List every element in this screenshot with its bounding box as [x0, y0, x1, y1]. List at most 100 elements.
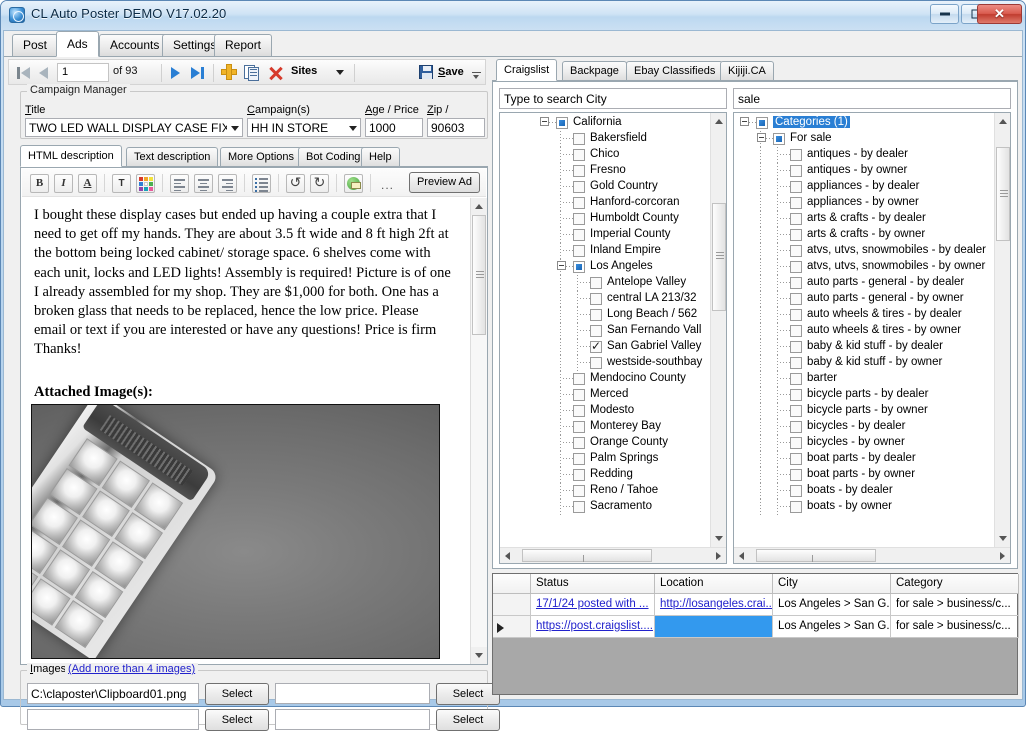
category-checkbox[interactable]	[790, 277, 802, 289]
category-checkbox[interactable]	[790, 149, 802, 161]
first-record-button[interactable]	[17, 64, 31, 82]
city-checkbox[interactable]	[573, 149, 585, 161]
category-checkbox[interactable]	[790, 373, 802, 385]
grid-header-location[interactable]: Location	[655, 574, 773, 594]
city-checkbox[interactable]	[573, 245, 585, 257]
tab-ads[interactable]: Ads	[56, 31, 99, 57]
row-category-cell[interactable]: for sale > business/c...	[891, 594, 1019, 616]
image-path-input-1[interactable]: C:\claposter\Clipboard01.png	[27, 683, 199, 704]
city-node[interactable]: Modesto	[500, 403, 710, 419]
city-checkbox[interactable]	[590, 357, 602, 369]
city-node[interactable]: California	[500, 115, 710, 131]
city-node[interactable]: Bakersfield	[500, 131, 710, 147]
align-center-icon[interactable]	[194, 174, 213, 193]
city-node[interactable]: Sacramento	[500, 499, 710, 515]
grid-header-city[interactable]: City	[773, 574, 891, 594]
row-status-cell[interactable]: 17/1/24 posted with ...	[531, 594, 655, 616]
expander-collapse-icon[interactable]	[740, 117, 749, 126]
city-checkbox[interactable]	[573, 389, 585, 401]
city-node[interactable]: westside-southbay	[500, 355, 710, 371]
tab-more-options[interactable]: More Options	[220, 147, 302, 166]
category-node[interactable]: arts & crafts - by owner	[734, 227, 994, 243]
category-node[interactable]: appliances - by dealer	[734, 179, 994, 195]
category-node[interactable]: boats - by owner	[734, 499, 994, 515]
city-node[interactable]: San Gabriel Valley	[500, 339, 710, 355]
add-more-images-link[interactable]: (Add more than 4 images)	[65, 663, 198, 675]
tab-craigslist[interactable]: Craigslist	[496, 59, 557, 81]
table-row[interactable]: https://post.craigslist.... Los Angeles …	[493, 616, 1017, 638]
image-path-input-3[interactable]	[27, 709, 199, 730]
category-checkbox[interactable]	[790, 293, 802, 305]
city-node[interactable]: Orange County	[500, 435, 710, 451]
city-checkbox[interactable]	[590, 293, 602, 305]
add-record-icon[interactable]	[221, 64, 237, 82]
close-button[interactable]: ✕	[977, 4, 1022, 24]
next-record-button[interactable]	[169, 64, 183, 82]
city-checkbox[interactable]	[590, 277, 602, 289]
select-image-button-4[interactable]: Select	[436, 709, 500, 731]
scroll-down-icon[interactable]	[995, 530, 1011, 547]
city-node[interactable]: Antelope Valley	[500, 275, 710, 291]
select-image-button-3[interactable]: Select	[205, 709, 269, 731]
category-checkbox[interactable]	[756, 117, 768, 129]
row-location-cell[interactable]	[655, 616, 773, 638]
duplicate-record-icon[interactable]	[244, 64, 260, 82]
align-left-icon[interactable]	[170, 174, 189, 193]
city-search-input[interactable]: Type to search City	[499, 88, 727, 109]
previous-record-button[interactable]	[37, 64, 51, 82]
scroll-up-icon[interactable]	[711, 113, 727, 130]
category-checkbox[interactable]	[790, 501, 802, 513]
city-checkbox[interactable]	[573, 197, 585, 209]
city-tree[interactable]: CaliforniaBakersfieldChicoFresnoGold Cou…	[499, 112, 727, 564]
category-node[interactable]: bicycle parts - by owner	[734, 403, 994, 419]
category-tree-horizontal-scrollbar[interactable]	[734, 547, 1010, 563]
category-node[interactable]: boat parts - by owner	[734, 467, 994, 483]
category-checkbox[interactable]	[790, 181, 802, 193]
image-path-input-2[interactable]	[275, 683, 430, 704]
age-price-input[interactable]: 1000	[365, 118, 423, 137]
city-node[interactable]: Redding	[500, 467, 710, 483]
category-node[interactable]: antiques - by dealer	[734, 147, 994, 163]
toolbar-overflow-label[interactable]: ...	[381, 178, 394, 192]
scroll-up-icon[interactable]	[995, 113, 1011, 130]
category-node[interactable]: antiques - by owner	[734, 163, 994, 179]
posting-results-grid[interactable]: Status Location City Category 17/1/24 po…	[492, 573, 1018, 695]
category-node[interactable]: boat parts - by dealer	[734, 451, 994, 467]
scrollbar-thumb[interactable]	[472, 215, 486, 335]
city-checkbox[interactable]	[590, 309, 602, 321]
grid-header-category[interactable]: Category	[891, 574, 1019, 594]
category-checkbox[interactable]	[790, 165, 802, 177]
city-checkbox[interactable]	[573, 213, 585, 225]
city-node[interactable]: Chico	[500, 147, 710, 163]
category-checkbox[interactable]	[790, 197, 802, 209]
table-row[interactable]: 17/1/24 posted with ... http://losangele…	[493, 594, 1017, 616]
city-checkbox[interactable]	[573, 421, 585, 433]
category-checkbox[interactable]	[790, 325, 802, 337]
category-node[interactable]: bicycles - by owner	[734, 435, 994, 451]
city-node[interactable]: Hanford-corcoran	[500, 195, 710, 211]
city-node[interactable]: San Fernando Vall	[500, 323, 710, 339]
row-status-cell[interactable]: https://post.craigslist....	[531, 616, 655, 638]
toolbar-overflow-icon[interactable]	[472, 72, 481, 81]
tab-accounts[interactable]: Accounts	[99, 34, 170, 56]
city-checkbox[interactable]	[573, 469, 585, 481]
tab-help[interactable]: Help	[361, 147, 400, 166]
tab-text-description[interactable]: Text description	[126, 147, 218, 166]
grid-header-selector[interactable]	[493, 574, 531, 594]
tab-bot-coding[interactable]: Bot Coding	[298, 147, 368, 166]
color-palette-icon[interactable]	[136, 174, 155, 193]
category-node[interactable]: arts & crafts - by dealer	[734, 211, 994, 227]
redo-icon[interactable]: ↻	[310, 174, 329, 193]
scrollbar-thumb[interactable]	[756, 549, 876, 562]
category-checkbox[interactable]	[790, 437, 802, 449]
bullet-list-icon[interactable]	[252, 174, 271, 193]
expander-collapse-icon[interactable]	[557, 261, 566, 270]
city-node[interactable]: Long Beach / 562	[500, 307, 710, 323]
expander-collapse-icon[interactable]	[757, 133, 766, 142]
city-node[interactable]: Imperial County	[500, 227, 710, 243]
category-node[interactable]: atvs, utvs, snowmobiles - by dealer	[734, 243, 994, 259]
title-combobox[interactable]: TWO LED WALL DISPLAY CASE FIXTU	[25, 118, 243, 137]
align-right-icon[interactable]	[218, 174, 237, 193]
category-node[interactable]: auto wheels & tires - by owner	[734, 323, 994, 339]
tab-kijiji-ca[interactable]: Kijiji.CA	[720, 61, 774, 80]
